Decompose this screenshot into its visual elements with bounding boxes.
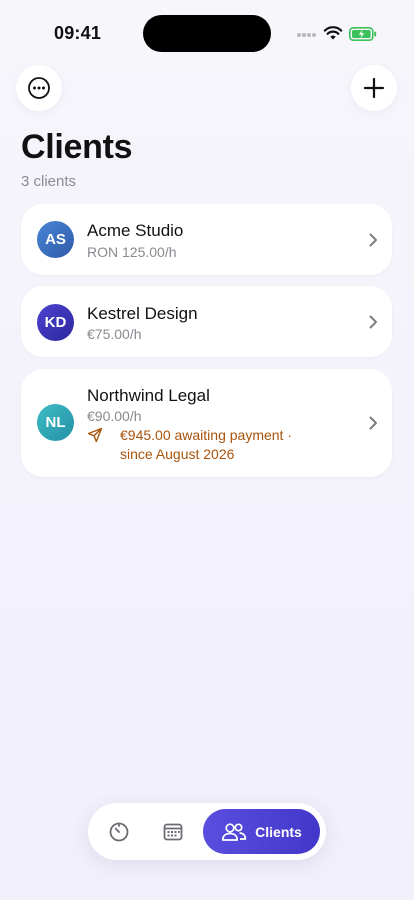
calendar-icon[interactable] [162, 821, 184, 843]
add-client-button[interactable] [351, 65, 397, 111]
client-rate: €90.00/h [87, 408, 142, 424]
chevron-right-icon [369, 315, 377, 329]
chevron-right-icon [369, 233, 377, 247]
avatar: NL [37, 404, 74, 441]
ellipsis-circle-icon [28, 77, 50, 99]
plus-icon [363, 77, 385, 99]
client-rate: RON 125.00/h [87, 244, 177, 260]
chevron-right-icon [369, 416, 377, 430]
tab-clients-label: Clients [255, 823, 302, 840]
avatar: AS [37, 221, 74, 258]
status-time: 09:41 [54, 23, 102, 43]
client-rate: €75.00/h [87, 326, 142, 342]
client-name: Acme Studio [87, 221, 184, 240]
page-title: Clients [21, 128, 133, 166]
paper-plane-icon [87, 427, 103, 443]
clients-icon [222, 822, 247, 841]
awaiting-payment-amount: €945.00 awaiting payment · [120, 427, 292, 443]
battery-icon [349, 27, 377, 41]
status-bar: 09:41 [0, 0, 414, 60]
client-card-northwind-legal[interactable]: NL Northwind Legal €90.00/h €945.00 awai… [21, 369, 392, 477]
awaiting-payment-note: €945.00 awaiting payment · since August … [120, 426, 330, 464]
avatar: KD [37, 304, 74, 341]
client-name: Kestrel Design [87, 304, 198, 323]
timer-icon[interactable] [108, 821, 130, 843]
awaiting-payment-since: since August 2026 [120, 446, 235, 462]
client-card-kestrel-design[interactable]: KD Kestrel Design €75.00/h [21, 286, 392, 357]
more-options-button[interactable] [16, 65, 62, 111]
signal-icon [297, 33, 317, 39]
dynamic-island [143, 15, 271, 52]
tab-clients[interactable]: Clients [203, 809, 320, 854]
wifi-icon [323, 26, 343, 40]
client-card-acme-studio[interactable]: AS Acme Studio RON 125.00/h [21, 204, 392, 275]
client-count: 3 clients [21, 173, 77, 190]
client-name: Northwind Legal [87, 386, 210, 405]
tab-bar: Clients [88, 803, 326, 860]
